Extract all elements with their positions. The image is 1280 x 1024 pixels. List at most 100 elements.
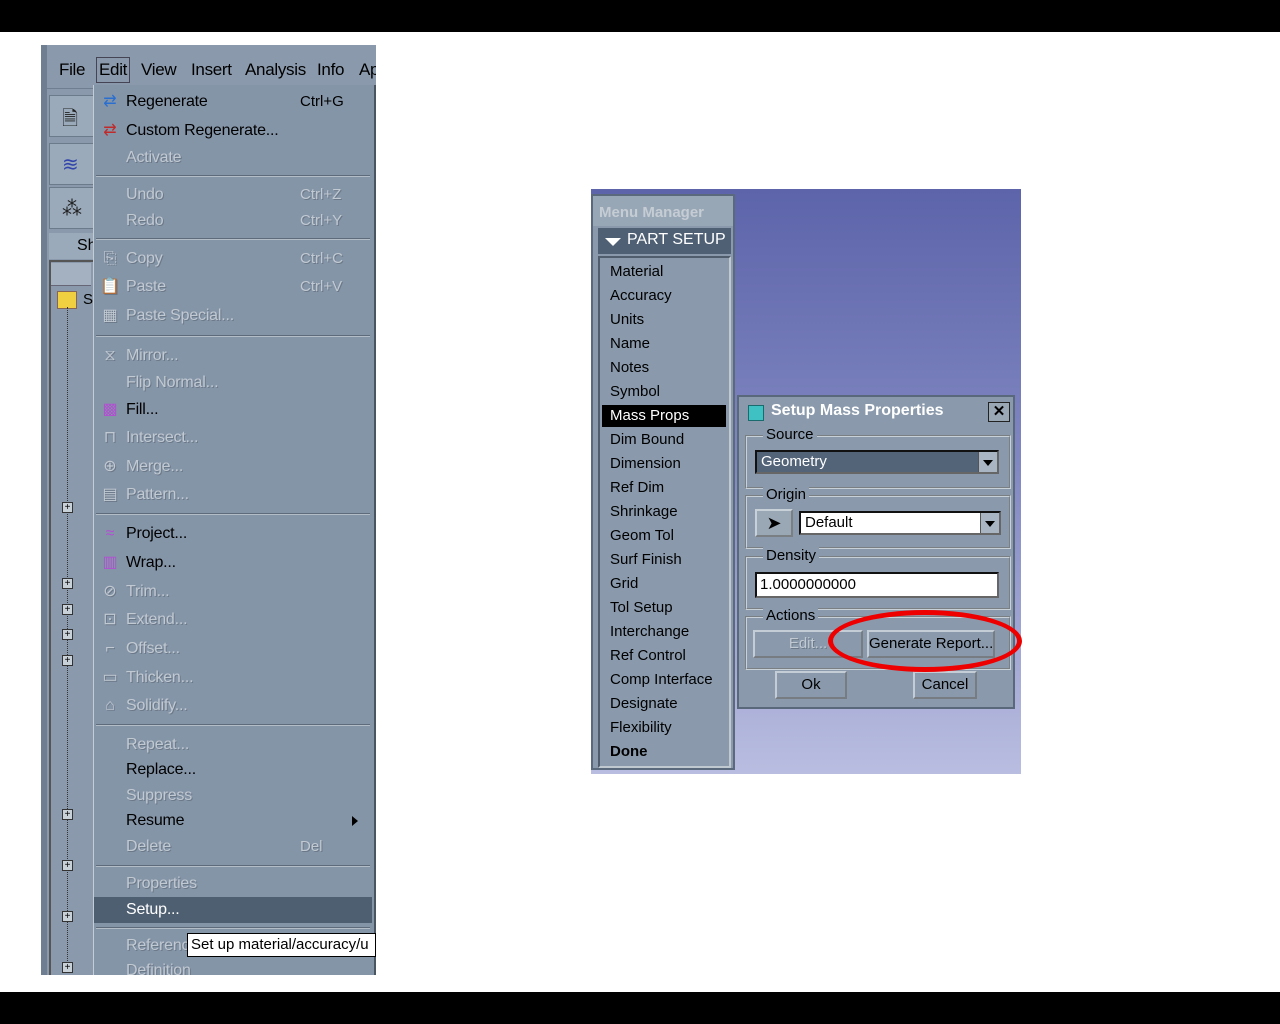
menu-item-flip-normal[interactable]: Flip Normal... [94,370,372,396]
mm-item-notes[interactable]: Notes [602,357,726,379]
mm-item-symbol[interactable]: Symbol [602,381,726,403]
menu-separator [96,724,370,726]
menu-item-undo[interactable]: Undo Ctrl+Z [94,182,372,208]
mm-item-ref-dim[interactable]: Ref Dim [602,477,726,499]
menu-item-shortcut: Ctrl+Z [300,186,342,203]
tree-expand-icon[interactable]: + [62,860,73,871]
toolbar-button-2[interactable]: ≋ [49,143,95,185]
menu-info[interactable]: Info [317,60,344,80]
menu-item-wrap[interactable]: ▥ Wrap... [94,550,372,576]
mm-item-surf-finish[interactable]: Surf Finish [602,549,726,571]
menu-applications[interactable]: Ap [359,60,376,80]
tree-expand-icon[interactable]: + [62,629,73,640]
menu-edit[interactable]: Edit [96,57,131,83]
actions-label: Actions [763,607,819,624]
menu-separator [96,238,370,240]
menu-item-fill[interactable]: ▩ Fill... [94,397,372,423]
mm-item-mass-props[interactable]: Mass Props [602,405,726,427]
menu-item-pattern[interactable]: ▤ Pattern... [94,482,372,508]
tree-expand-icon[interactable]: + [62,604,73,615]
mm-item-interchange[interactable]: Interchange [602,621,726,643]
menu-item-trim[interactable]: ⊘ Trim... [94,579,372,605]
menu-item-offset[interactable]: ⌐ Offset... [94,636,372,662]
density-input[interactable]: 1.0000000000 [755,572,999,598]
tree-expand-icon[interactable]: + [62,911,73,922]
menu-insert[interactable]: Insert [191,60,232,80]
menu-item-label: Merge... [126,458,184,475]
mm-item-ref-control[interactable]: Ref Control [602,645,726,667]
menu-item-resume[interactable]: Resume [94,808,372,834]
menu-item-label: Delete [126,838,172,855]
close-icon[interactable]: ✕ [988,402,1010,422]
chevron-down-icon[interactable] [980,513,999,533]
menu-item-paste-special[interactable]: ▦ Paste Special... [94,303,372,329]
menu-item-extend[interactable]: ⊡ Extend... [94,607,372,633]
menu-item-label: Setup... [126,901,180,918]
menu-item-activate[interactable]: Activate [94,145,372,171]
dialog-titlebar[interactable]: Setup Mass Properties ✕ [741,399,1011,425]
bottom-black-bar [0,992,1280,1024]
menu-analysis[interactable]: Analysis [245,60,306,80]
menu-item-custom-regenerate[interactable]: ⇄ Custom Regenerate... [94,118,372,144]
toolbar-button-3[interactable]: ⁂ [49,187,95,229]
tree-expand-icon[interactable]: + [62,962,73,973]
menu-item-repeat[interactable]: Repeat... [94,732,372,758]
source-value: Geometry [761,453,827,470]
pick-origin-button[interactable]: ➤ [755,509,793,537]
ok-button[interactable]: Ok [775,671,847,699]
menu-item-paste[interactable]: 📋 Paste Ctrl+V [94,274,372,300]
menu-item-label: Properties [126,875,197,892]
tree-expand-icon[interactable]: + [62,809,73,820]
graphics-window: Menu Manager PART SETUP Material Accurac… [591,189,1021,774]
cancel-button[interactable]: Cancel [913,671,977,699]
mm-item-name[interactable]: Name [602,333,726,355]
part-setup-header[interactable]: PART SETUP [598,228,731,254]
mm-item-designate[interactable]: Designate [602,693,726,715]
menu-file[interactable]: File [59,60,86,80]
menu-item-solidify[interactable]: ⌂ Solidify... [94,693,372,719]
menu-item-label: Wrap... [126,554,176,571]
mm-item-grid[interactable]: Grid [602,573,726,595]
menu-item-replace[interactable]: Replace... [94,757,372,783]
menu-item-setup[interactable]: Setup... [94,897,372,923]
mm-item-dimension[interactable]: Dimension [602,453,726,475]
menu-item-merge[interactable]: ⊕ Merge... [94,454,372,480]
menu-item-definition[interactable]: Definition [94,958,372,975]
dialog-title: Setup Mass Properties [771,402,944,419]
wrap-icon: ▥ [102,554,118,571]
mm-item-accuracy[interactable]: Accuracy [602,285,726,307]
tree-expand-icon[interactable]: + [62,655,73,666]
mm-item-tol-setup[interactable]: Tol Setup [602,597,726,619]
setup-tooltip: Set up material/accuracy/u [187,933,376,957]
menu-item-suppress[interactable]: Suppress [94,783,372,809]
density-label: Density [763,547,820,564]
menu-item-label: Repeat... [126,736,190,753]
source-select[interactable]: Geometry [755,450,999,474]
mm-item-flexibility[interactable]: Flexibility [602,717,726,739]
menu-item-label: Extend... [126,611,188,628]
menu-view[interactable]: View [141,60,177,80]
mm-item-comp-interface[interactable]: Comp Interface [602,669,726,691]
side-tab[interactable]: Sh [49,233,97,259]
menu-item-properties[interactable]: Properties [94,871,372,897]
toolbar-button-1[interactable]: 🗎 [49,95,95,137]
mm-item-units[interactable]: Units [602,309,726,331]
tree-expand-icon[interactable]: + [62,578,73,589]
tree-expand-icon[interactable]: + [62,502,73,513]
menu-item-regenerate[interactable]: ⇄ Regenerate Ctrl+G [94,89,372,115]
mm-item-dim-bound[interactable]: Dim Bound [602,429,726,451]
menu-item-thicken[interactable]: ▭ Thicken... [94,665,372,691]
mm-item-done[interactable]: Done [602,741,726,763]
menu-item-redo[interactable]: Redo Ctrl+Y [94,208,372,234]
menu-item-label: Custom Regenerate... [126,122,279,139]
menu-item-delete[interactable]: Delete Del [94,834,372,860]
menu-item-mirror[interactable]: ⧖ Mirror... [94,343,372,369]
chevron-down-icon[interactable] [978,452,997,472]
mm-item-geom-tol[interactable]: Geom Tol [602,525,726,547]
menu-item-project[interactable]: ≈ Project... [94,521,372,547]
mm-item-material[interactable]: Material [602,261,726,283]
menu-item-copy[interactable]: ⎘ Copy Ctrl+C [94,246,372,272]
origin-select[interactable]: Default [799,511,1001,535]
menu-item-intersect[interactable]: ⊓ Intersect... [94,425,372,451]
mm-item-shrinkage[interactable]: Shrinkage [602,501,726,523]
